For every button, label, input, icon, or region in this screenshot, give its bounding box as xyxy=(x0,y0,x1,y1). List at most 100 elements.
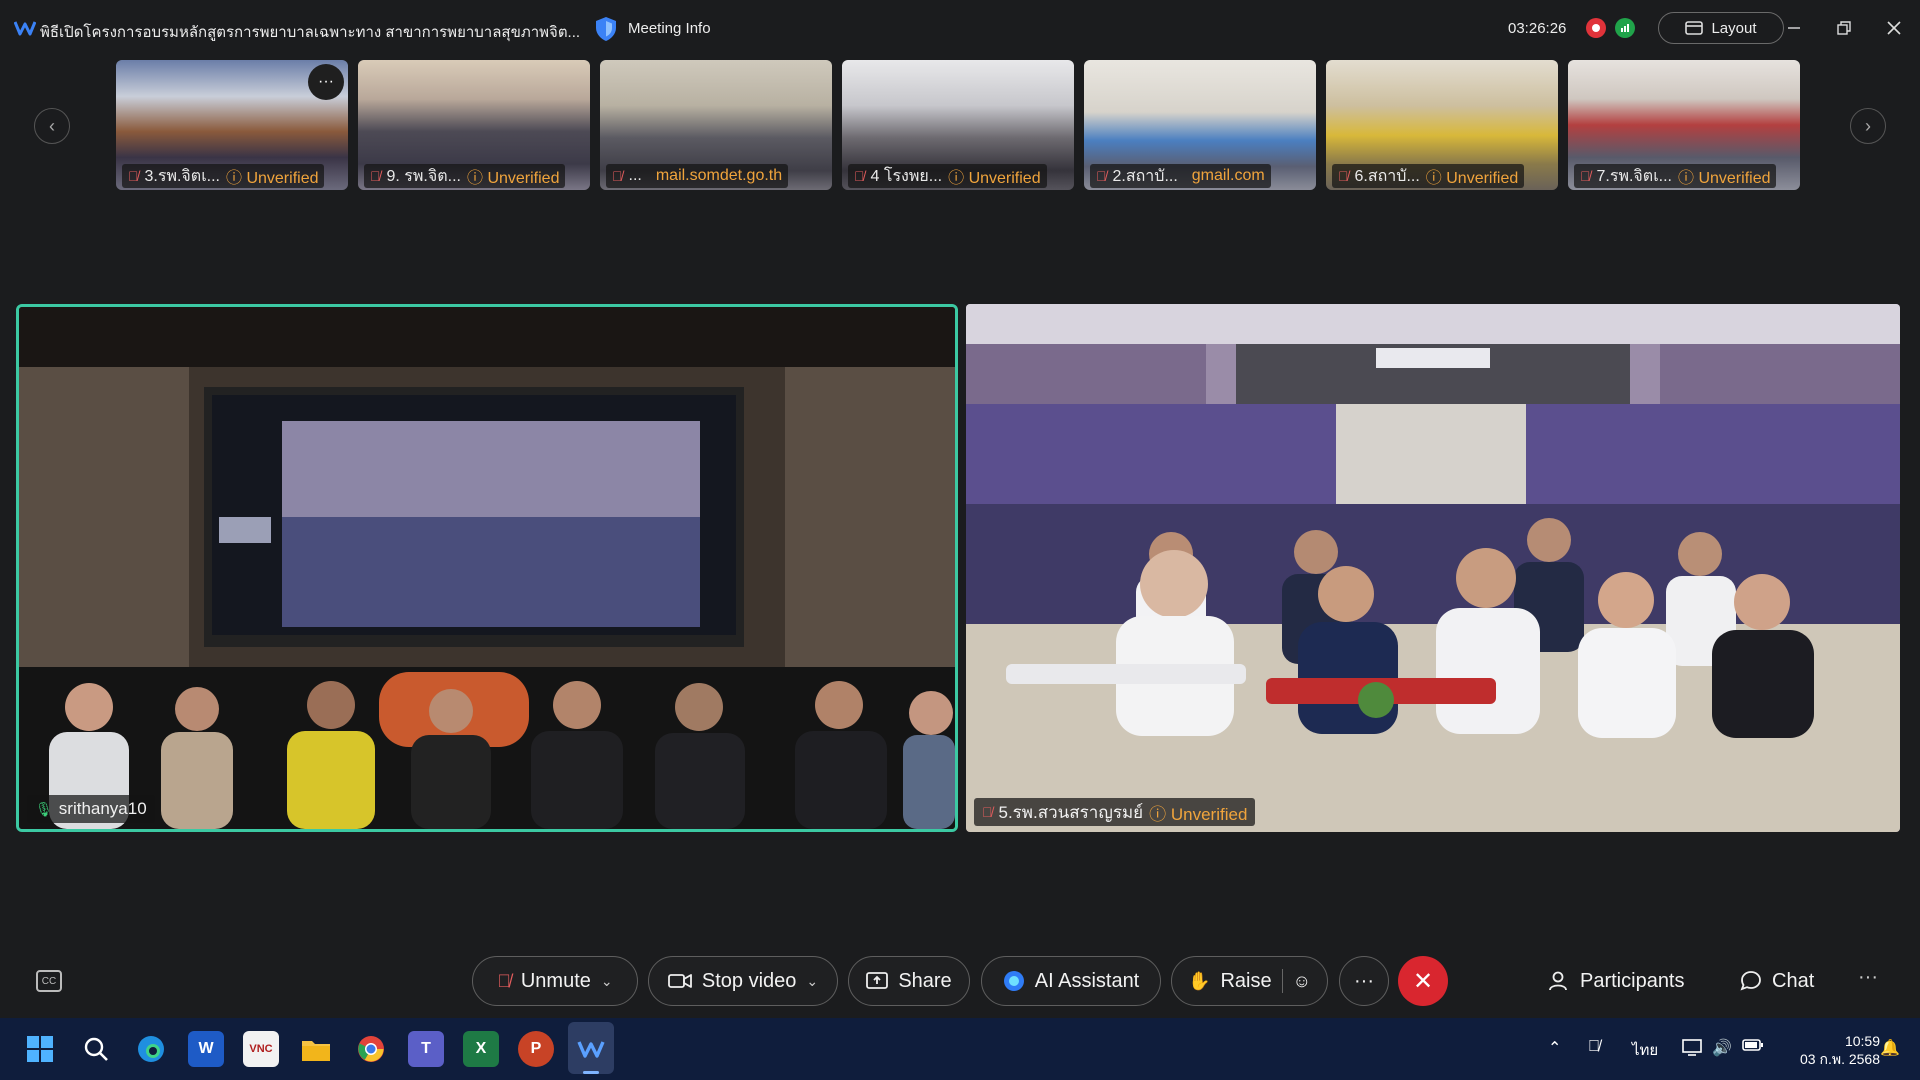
chevron-down-icon[interactable]: ⌄ xyxy=(601,973,613,990)
mic-muted-icon: 🎙̸ xyxy=(854,168,865,184)
meeting-title: พิธีเปิดโครงการอบรมหลักสูตรการพยาบาลเฉพา… xyxy=(40,24,581,41)
mic-on-icon: 🎙 xyxy=(35,800,53,817)
speaker-icon[interactable]: 🔊 xyxy=(1712,1038,1732,1058)
participant-name: 5.รพ.สวนสราญรมย์ xyxy=(998,802,1144,822)
word-icon[interactable]: W xyxy=(188,1031,224,1067)
prev-page-icon[interactable]: ‹ xyxy=(34,108,70,144)
participant-name: 4 โรงพย... xyxy=(870,167,943,185)
participant-label: 🎙̸ 7.รพ.จิตเ... ⓘ Unverified xyxy=(1574,164,1777,188)
participants-button[interactable]: Participants xyxy=(1548,960,1685,1002)
participant-name: srithanya10 xyxy=(58,799,147,818)
restore-icon[interactable] xyxy=(1832,16,1856,40)
more-options-icon[interactable]: ··· xyxy=(308,64,344,100)
participant-label: 🎙̸ 2.สถาบั... gmail.com xyxy=(1090,164,1271,188)
more-options-icon[interactable]: ··· xyxy=(1858,966,1878,989)
webex-icon[interactable] xyxy=(573,1031,609,1067)
participant-label: 🎙̸ 4 โรงพย... ⓘ Unverified xyxy=(848,164,1047,188)
powerpoint-icon[interactable]: P xyxy=(518,1031,554,1067)
verification-status-text: Unverified xyxy=(487,170,560,187)
participant-name: 2.สถาบั... xyxy=(1112,167,1178,185)
verification-status: ⓘ Unverified xyxy=(948,170,1041,187)
share-label: Share xyxy=(898,969,952,992)
participant-label: 🎙 srithanya10 xyxy=(27,795,155,823)
verification-status-text: Unverified xyxy=(246,170,319,187)
network-icon[interactable] xyxy=(1682,1038,1702,1061)
captions-icon[interactable]: CC xyxy=(36,970,62,992)
layout-button[interactable]: Layout xyxy=(1658,12,1784,44)
participant-thumbnail[interactable]: 🎙̸ 2.สถาบั... gmail.com xyxy=(1084,60,1316,190)
reaction-icon[interactable]: ☺ xyxy=(1293,971,1311,992)
leave-meeting-button[interactable]: ✕ xyxy=(1398,956,1448,1006)
network-signal-icon[interactable] xyxy=(1615,18,1635,38)
participant-name: 7.รพ.จิตเ... xyxy=(1596,167,1673,185)
participant-name: 9. รพ.จิต... xyxy=(386,167,461,185)
chevron-up-icon[interactable]: ⌃ xyxy=(1548,1038,1561,1058)
verification-status-text: Unverified xyxy=(968,170,1041,187)
shield-icon[interactable] xyxy=(594,16,618,42)
more-button[interactable]: ··· xyxy=(1339,956,1389,1006)
participant-name: 6.สถาบั... xyxy=(1354,167,1420,185)
mic-muted-icon: 🎙̸ xyxy=(1580,168,1591,184)
stop-video-button[interactable]: Stop video ⌄ xyxy=(648,956,838,1006)
chat-label: Chat xyxy=(1772,969,1815,992)
verification-status: ⓘ Unverified xyxy=(226,170,319,187)
windows-start-icon[interactable] xyxy=(22,1031,58,1067)
more-icon: ··· xyxy=(1354,969,1374,992)
verification-status-text: Unverified xyxy=(1446,170,1519,187)
title-bar: พิธีเปิดโครงการอบรมหลักสูตรการพยาบาลเฉพา… xyxy=(0,0,1920,58)
clock-time: 10:59 xyxy=(1844,1033,1880,1049)
vnc-viewer-icon[interactable]: VNC xyxy=(243,1031,279,1067)
participant-thumbnail[interactable]: 🎙̸ 7.รพ.จิตเ... ⓘ Unverified xyxy=(1568,60,1800,190)
teams-icon[interactable]: T xyxy=(408,1031,444,1067)
ai-assistant-label: AI Assistant xyxy=(1034,969,1140,992)
verification-status: ⓘ Unverified xyxy=(1149,804,1248,824)
notification-icon[interactable]: 🔔 xyxy=(1880,1038,1900,1058)
close-icon: ✕ xyxy=(1412,967,1434,995)
unmute-button[interactable]: 🎙̸ Unmute ⌄ xyxy=(472,956,638,1006)
meeting-info-button[interactable]: Meeting Info xyxy=(628,20,711,37)
active-app-indicator xyxy=(583,1071,599,1074)
layout-icon xyxy=(1685,21,1704,35)
participant-thumbnail[interactable]: 🎙̸... mail.somdet.go.th xyxy=(600,60,832,190)
ai-assistant-button[interactable]: AI Assistant xyxy=(981,956,1161,1006)
mic-muted-icon[interactable]: 🎙̸ xyxy=(1588,1038,1600,1056)
stop-video-label: Stop video xyxy=(701,969,797,992)
share-screen-icon xyxy=(866,972,889,989)
edge-browser-icon[interactable] xyxy=(133,1031,169,1067)
participants-label: Participants xyxy=(1580,969,1685,992)
input-language[interactable]: ไทย xyxy=(1632,1038,1658,1062)
next-page-icon[interactable]: › xyxy=(1850,108,1886,144)
file-explorer-icon[interactable] xyxy=(298,1031,334,1067)
main-video-tile-right[interactable]: 🎙̸ 5.รพ.สวนสราญรมย์ ⓘ Unverified xyxy=(966,304,1900,832)
system-clock[interactable]: 10:59 03 ก.พ. 2568 xyxy=(1770,1032,1880,1068)
participant-thumbnail[interactable]: ··· 🎙̸ 3.รพ.จิตเ... ⓘ Unverified xyxy=(116,60,348,190)
participant-thumbnail[interactable]: 🎙̸ 6.สถาบั... ⓘ Unverified xyxy=(1326,60,1558,190)
close-window-icon[interactable] xyxy=(1882,16,1906,40)
chat-button[interactable]: Chat xyxy=(1740,960,1814,1002)
meeting-timer: 03:26:26 xyxy=(1508,20,1567,37)
participant-thumbnail[interactable]: 🎙̸ 9. รพ.จิต... ⓘ Unverified xyxy=(358,60,590,190)
raise-label: Raise xyxy=(1220,969,1272,992)
participant-thumbnail[interactable]: 🎙̸ 4 โรงพย... ⓘ Unverified xyxy=(842,60,1074,190)
search-icon[interactable] xyxy=(78,1031,114,1067)
participant-label: 🎙̸ 6.สถาบั... ⓘ Unverified xyxy=(1332,164,1525,188)
chat-icon xyxy=(1740,971,1761,991)
app-logo-icon xyxy=(14,21,36,36)
share-button[interactable]: Share xyxy=(848,956,970,1006)
raise-hand-button[interactable]: ✋ Raise ☺ xyxy=(1171,956,1328,1006)
mic-muted-icon: 🎙̸ xyxy=(1338,168,1349,184)
participant-label: 🎙̸ 9. รพ.จิต... ⓘ Unverified xyxy=(364,164,566,188)
chevron-down-icon[interactable]: ⌄ xyxy=(806,973,818,990)
video-camera-icon xyxy=(667,974,692,988)
verification-status: ⓘ Unverified xyxy=(466,170,560,187)
participant-domain: mail.somdet.go.th xyxy=(655,167,783,184)
excel-icon[interactable]: X xyxy=(463,1031,499,1067)
recording-icon[interactable] xyxy=(1586,18,1606,38)
mic-muted-icon: 🎙̸ xyxy=(982,804,993,820)
mic-muted-icon: 🎙̸ xyxy=(497,970,511,991)
minimize-icon[interactable] xyxy=(1782,16,1806,40)
battery-icon[interactable] xyxy=(1742,1038,1764,1057)
main-video-tile-left[interactable]: 🎙 srithanya10 xyxy=(16,304,958,832)
chrome-icon[interactable] xyxy=(353,1031,389,1067)
layout-label: Layout xyxy=(1711,19,1757,37)
